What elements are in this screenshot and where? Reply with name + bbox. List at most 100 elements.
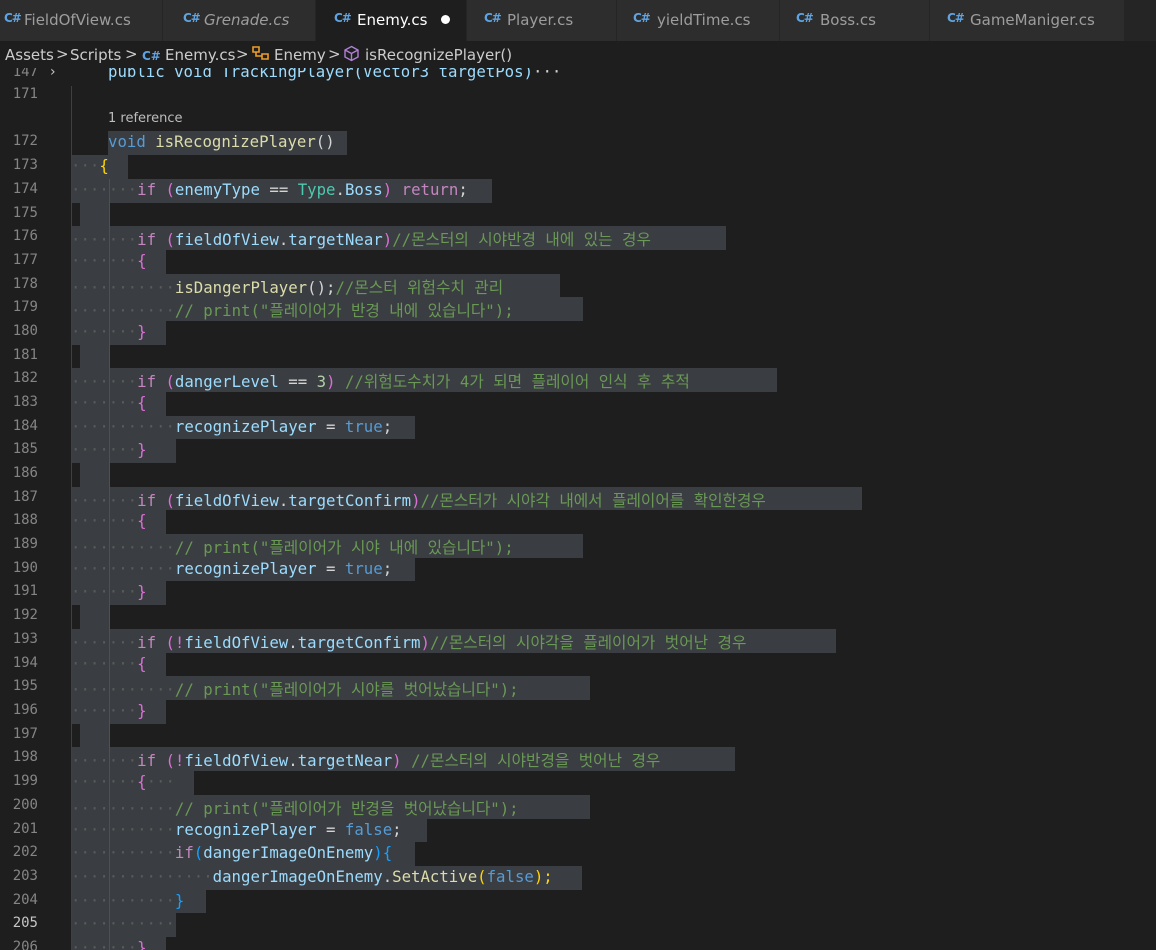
line-number: 195 bbox=[12, 678, 38, 694]
tab-label: Boss.cs bbox=[820, 11, 876, 29]
csharp-file-icon: C# bbox=[633, 11, 651, 25]
csharp-file-icon: C# bbox=[796, 11, 814, 25]
line-number: 181 bbox=[12, 347, 38, 363]
tab-yieldtime[interactable]: C# yieldTime.cs bbox=[617, 0, 780, 41]
line-number: 198 bbox=[12, 749, 38, 765]
code-line[interactable]: ·······if (dangerLevel == 3) //위험도수치가 4가… bbox=[71, 369, 690, 392]
line-number: 189 bbox=[12, 536, 38, 552]
code-line[interactable]: void isRecognizePlayer() bbox=[108, 132, 335, 151]
selection-highlight bbox=[80, 605, 109, 629]
tab-label: Player.cs bbox=[507, 11, 574, 29]
code-line[interactable]: ·······{ bbox=[71, 393, 147, 412]
csharp-file-icon: C# bbox=[4, 11, 22, 25]
csharp-file-icon: C# bbox=[947, 11, 965, 25]
line-number: 206 bbox=[12, 939, 38, 950]
code-line[interactable]: ·······} bbox=[71, 440, 147, 459]
breadcrumb-class[interactable]: Enemy bbox=[274, 46, 326, 64]
tab-boss[interactable]: C# Boss.cs bbox=[780, 0, 930, 41]
code-line[interactable]: ·······} bbox=[71, 938, 147, 950]
line-number: 184 bbox=[12, 418, 38, 434]
code-line[interactable]: ··········· bbox=[71, 914, 175, 933]
code-line[interactable]: ···········if(dangerImageOnEnemy){ bbox=[71, 843, 392, 862]
code-line[interactable]: ·······if (!fieldOfView.targetConfirm)//… bbox=[71, 630, 746, 653]
code-line[interactable]: ·······if (enemyType == Type.Boss) retur… bbox=[71, 180, 468, 199]
tab-player[interactable]: C# Player.cs bbox=[467, 0, 617, 41]
code-line[interactable]: ···········} bbox=[71, 891, 184, 910]
line-number: 194 bbox=[12, 655, 38, 671]
code-line[interactable]: ·······if (fieldOfView.targetConfirm)//몬… bbox=[71, 488, 766, 511]
line-number: 191 bbox=[12, 583, 38, 599]
code-line[interactable]: ···········recognizePlayer = false; bbox=[71, 820, 402, 839]
line-number: 147 bbox=[12, 68, 38, 80]
selection-highlight bbox=[80, 345, 109, 368]
tab-label: GameManiger.cs bbox=[970, 11, 1095, 29]
line-number: 200 bbox=[12, 797, 38, 813]
code-line[interactable]: ···········// print("플레이어가 반경 내에 있습니다"); bbox=[71, 298, 514, 321]
line-number: 202 bbox=[12, 844, 38, 860]
method-cube-icon bbox=[343, 45, 360, 66]
selection-highlight bbox=[80, 724, 109, 747]
tab-gamemaniger[interactable]: C# GameManiger.cs bbox=[930, 0, 1125, 41]
line-number: 171 bbox=[12, 86, 38, 102]
tab-label: Enemy.cs bbox=[357, 11, 428, 29]
line-number: 197 bbox=[12, 726, 38, 742]
selection-highlight bbox=[80, 463, 109, 487]
tab-fieldofview[interactable]: C# FieldOfView.cs bbox=[0, 0, 163, 41]
line-number: 196 bbox=[12, 702, 38, 718]
line-number: 176 bbox=[12, 228, 38, 244]
chevron-right-icon: > bbox=[328, 45, 341, 63]
line-number: 180 bbox=[12, 323, 38, 339]
code-line[interactable]: ···········isDangerPlayer();//몬스터 위험수치 관… bbox=[71, 275, 503, 298]
code-line[interactable]: ···········recognizePlayer = true; bbox=[71, 559, 392, 578]
line-number: 192 bbox=[12, 607, 38, 623]
code-line[interactable]: ···········recognizePlayer = true; bbox=[71, 417, 392, 436]
unsaved-dot-icon[interactable] bbox=[441, 15, 450, 24]
code-line[interactable]: ·······if (fieldOfView.targetNear)//몬스터의… bbox=[71, 227, 651, 250]
line-number: 188 bbox=[12, 512, 38, 528]
csharp-file-icon: C# bbox=[183, 11, 201, 25]
code-line[interactable]: ···········// print("플레이어가 시야 내에 있습니다"); bbox=[71, 535, 514, 558]
breadcrumb-scripts[interactable]: Scripts bbox=[70, 46, 121, 64]
line-number: 199 bbox=[12, 773, 38, 789]
code-line[interactable]: ·······{ bbox=[71, 251, 147, 270]
tab-label: yieldTime.cs bbox=[657, 11, 751, 29]
codelens-references[interactable]: 1 reference bbox=[108, 111, 182, 126]
csharp-file-icon: C# bbox=[484, 11, 502, 25]
fold-chevron-icon[interactable]: › bbox=[50, 68, 56, 80]
line-number: 173 bbox=[12, 157, 38, 173]
code-line[interactable]: ·······} bbox=[71, 582, 147, 601]
line-number: 201 bbox=[12, 821, 38, 837]
line-number: 179 bbox=[12, 299, 38, 315]
code-line[interactable]: ···············dangerImageOnEnemy.SetAct… bbox=[71, 867, 553, 886]
line-number: 204 bbox=[12, 892, 38, 908]
code-line[interactable]: ·······{··· bbox=[71, 772, 175, 791]
csharp-file-icon: C# bbox=[334, 11, 352, 25]
line-number: 186 bbox=[12, 465, 38, 481]
code-line[interactable]: ···········// print("플레이어가 시야를 벗어났습니다"); bbox=[71, 677, 519, 700]
breadcrumb-method[interactable]: isRecognizePlayer() bbox=[365, 46, 512, 64]
line-number: 193 bbox=[12, 631, 38, 647]
breadcrumb-assets[interactable]: Assets bbox=[5, 46, 54, 64]
code-line[interactable]: ···{ bbox=[71, 156, 109, 175]
code-editor[interactable]: 147 › public void TrackingPlayer(Vector3… bbox=[0, 68, 1156, 950]
tab-enemy[interactable]: C# Enemy.cs bbox=[316, 0, 467, 41]
code-line[interactable]: ···········// print("플레이어가 반경을 벗어났습니다"); bbox=[71, 796, 519, 819]
tab-grenade[interactable]: C# Grenade.cs bbox=[163, 0, 316, 41]
line-number: 190 bbox=[12, 560, 38, 576]
line-number: 185 bbox=[12, 441, 38, 457]
line-number: 203 bbox=[12, 868, 38, 884]
tab-label: FieldOfView.cs bbox=[24, 11, 131, 29]
code-line[interactable]: ·······{ bbox=[71, 654, 147, 673]
code-line[interactable]: ·······} bbox=[71, 701, 147, 720]
line-number: 187 bbox=[12, 489, 38, 505]
line-number: 178 bbox=[12, 276, 38, 292]
chevron-right-icon: > bbox=[236, 45, 249, 63]
folded-code-line[interactable]: public void TrackingPlayer(Vector3 targe… bbox=[108, 68, 561, 81]
code-line[interactable]: ·······} bbox=[71, 322, 147, 341]
editor-tab-bar: C# FieldOfView.cs C# Grenade.cs C# Enemy… bbox=[0, 0, 1156, 41]
line-number: 183 bbox=[12, 394, 38, 410]
code-line[interactable]: ·······{ bbox=[71, 511, 147, 530]
line-number: 175 bbox=[12, 205, 38, 221]
code-line[interactable]: ·······if (!fieldOfView.targetNear) //몬스… bbox=[71, 748, 660, 771]
breadcrumb-file[interactable]: Enemy.cs bbox=[165, 46, 235, 64]
